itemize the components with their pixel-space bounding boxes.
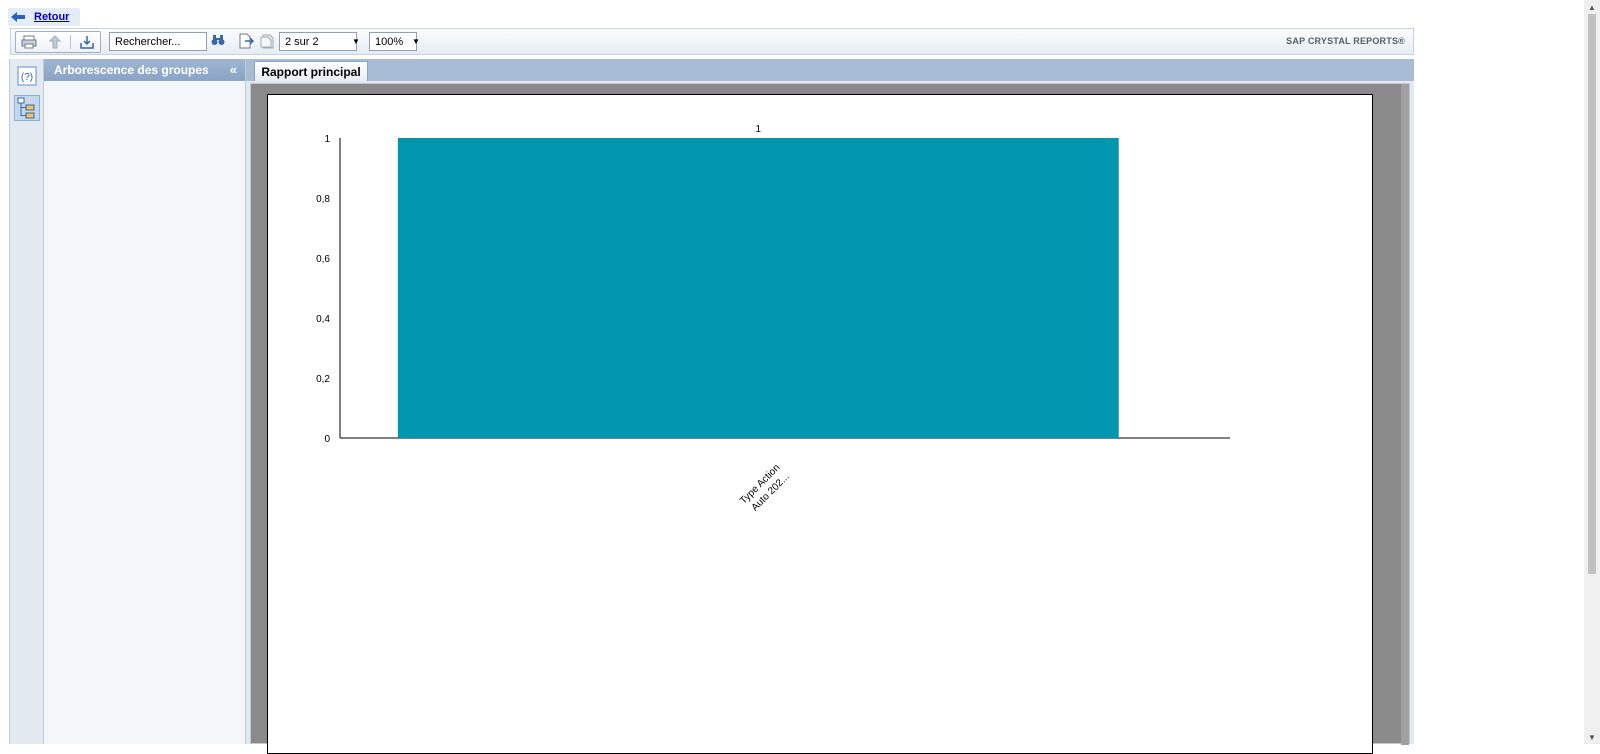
page-selector-value: 2 sur 2 bbox=[285, 35, 319, 48]
y-tick-label: 0,6 bbox=[316, 254, 330, 265]
up-arrow-icon[interactable] bbox=[45, 33, 65, 51]
binoculars-search-icon[interactable] bbox=[211, 33, 225, 50]
next-page-icon[interactable] bbox=[238, 33, 255, 52]
scrollbar-thumb[interactable] bbox=[1588, 14, 1596, 574]
group-tree-button[interactable] bbox=[14, 95, 40, 121]
y-tick-label: 0,8 bbox=[316, 194, 330, 205]
back-link-container: Retour bbox=[8, 8, 80, 26]
group-tree-title: Arborescence des groupes bbox=[54, 63, 209, 77]
last-page-icon[interactable] bbox=[259, 33, 275, 52]
group-tree-icon bbox=[17, 97, 35, 119]
report-area: Rapport principal 0 0,2 0,4 0,6 0,8 1 1 Type Ac… bbox=[246, 59, 1414, 754]
page-selector[interactable]: 2 sur 2 bbox=[279, 32, 357, 51]
y-tick-label: 0,2 bbox=[316, 374, 330, 385]
help-button[interactable]: (?) bbox=[14, 63, 40, 89]
toolbar-separator bbox=[70, 35, 72, 49]
tab-rapport-principal[interactable]: Rapport principal bbox=[254, 61, 368, 81]
toolbar-group-print-export bbox=[15, 31, 101, 53]
scroll-down-icon[interactable]: ▼ bbox=[1584, 730, 1600, 744]
svg-text:(?): (?) bbox=[21, 72, 33, 83]
scroll-up-icon[interactable]: ▲ bbox=[1584, 0, 1600, 14]
window-scrollbar[interactable]: ▲ ▼ bbox=[1584, 0, 1600, 744]
print-icon[interactable] bbox=[19, 33, 39, 51]
bar-data-label: 1 bbox=[756, 124, 762, 135]
help-icon: (?) bbox=[17, 66, 37, 86]
group-tree-header: Arborescence des groupes « bbox=[44, 59, 245, 81]
search-input[interactable] bbox=[109, 32, 207, 51]
zoom-dropdown-chevron-icon[interactable]: ▼ bbox=[410, 32, 422, 51]
back-arrow-icon[interactable] bbox=[8, 11, 28, 23]
toolbar: 2 sur 2 ▼ 100% ▼ SAP CRYSTAL REPORTS® bbox=[10, 28, 1414, 55]
report-page: 0 0,2 0,4 0,6 0,8 1 1 Type Action Auto 202... bbox=[267, 94, 1373, 754]
report-viewer[interactable]: 0 0,2 0,4 0,6 0,8 1 1 Type Action Auto 202... bbox=[250, 83, 1410, 754]
collapse-panel-icon[interactable]: « bbox=[230, 62, 237, 77]
viewer-scroll-edge bbox=[1401, 84, 1409, 745]
y-tick-label: 1 bbox=[324, 134, 330, 145]
bar-chart: 0 0,2 0,4 0,6 0,8 1 1 Type ActionAuto 202... bbox=[316, 124, 1230, 514]
tab-label: Rapport principal bbox=[261, 64, 361, 79]
back-link[interactable]: Retour bbox=[34, 11, 69, 23]
zoom-selector-value: 100% bbox=[375, 35, 404, 48]
bar bbox=[397, 138, 1119, 438]
y-tick-label: 0 bbox=[324, 434, 330, 445]
x-category-label: Type ActionAuto 202... bbox=[738, 462, 792, 513]
tab-bar: Rapport principal bbox=[246, 59, 1414, 81]
left-icon-strip: (?) bbox=[9, 59, 44, 744]
group-tree-panel: Arborescence des groupes « bbox=[44, 59, 246, 744]
y-tick-label: 0,4 bbox=[316, 314, 330, 325]
export-icon[interactable] bbox=[77, 33, 97, 51]
page-dropdown-chevron-icon[interactable]: ▼ bbox=[350, 32, 362, 51]
brand-label: SAP CRYSTAL REPORTS® bbox=[1286, 36, 1405, 46]
